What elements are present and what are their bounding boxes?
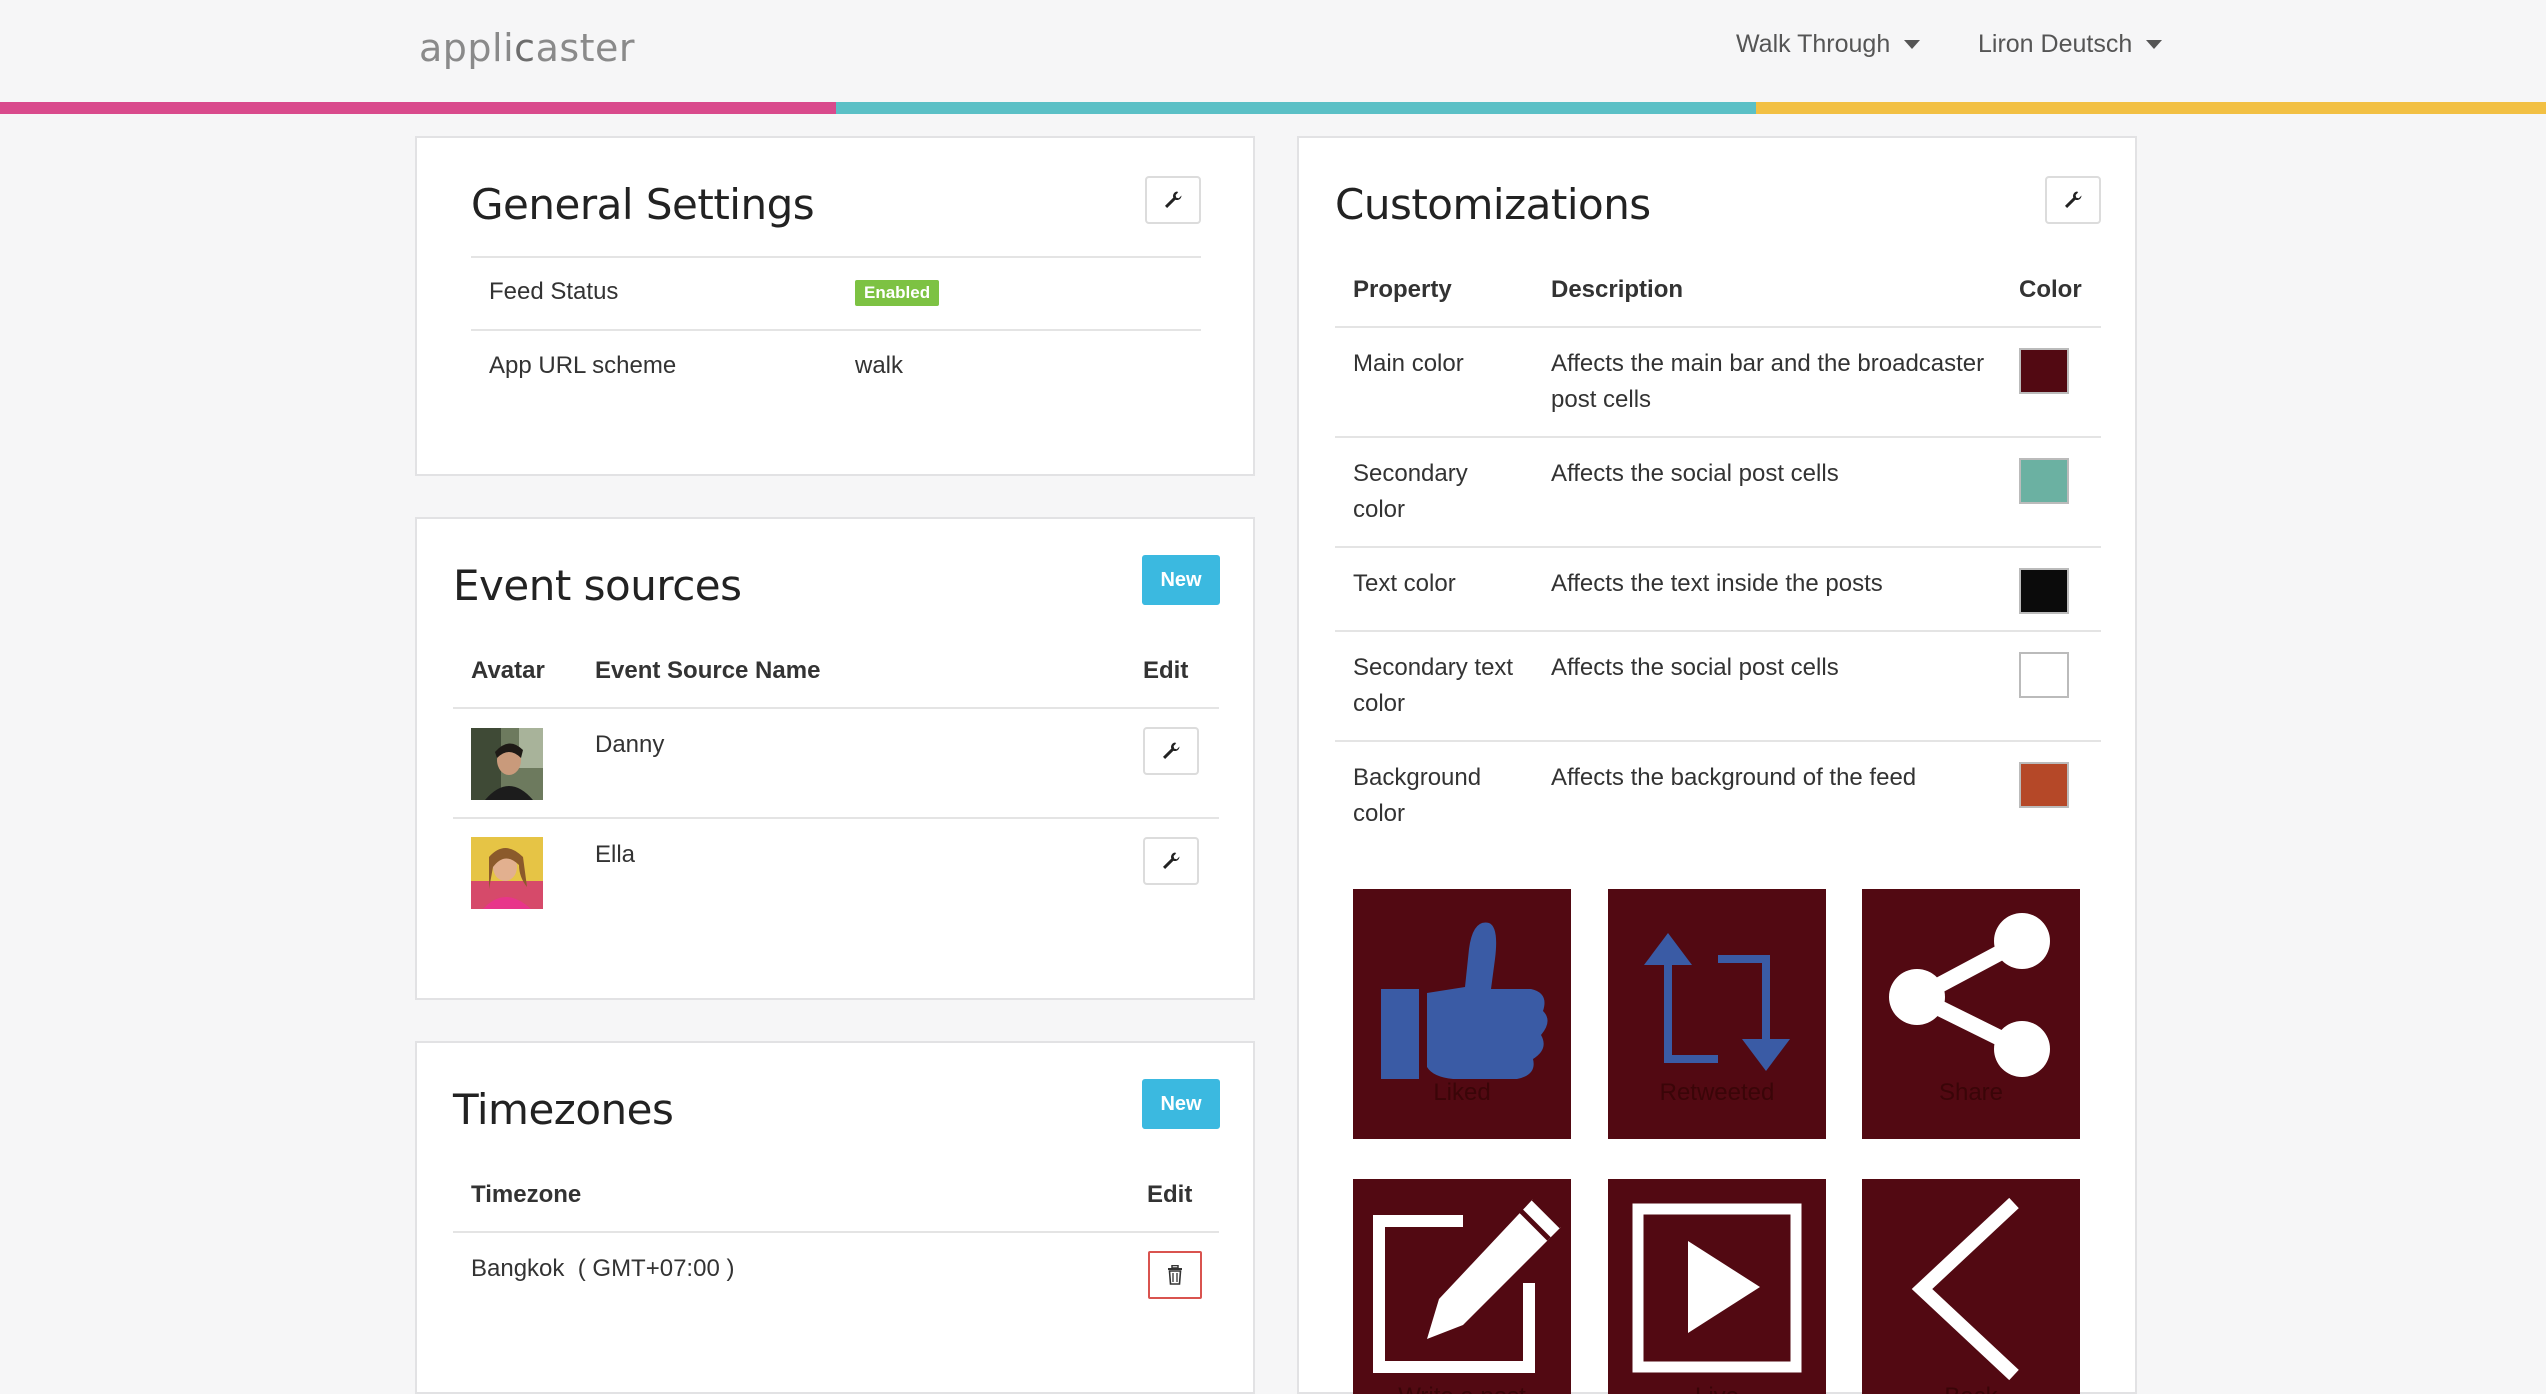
color-swatch-secondary[interactable] — [2019, 458, 2069, 504]
tile-label: Back — [1862, 1383, 2080, 1394]
color-swatch-text[interactable] — [2019, 568, 2069, 614]
divider — [453, 1231, 1219, 1233]
new-event-source-button[interactable]: New — [1142, 555, 1220, 605]
tile-liked: Liked — [1353, 889, 1571, 1139]
tile-label: Liked — [1433, 1079, 1491, 1106]
column-header-color: Color — [2019, 276, 2082, 303]
divider — [1335, 630, 2101, 632]
property-name: Secondary — [1353, 460, 1468, 487]
timezone-value: Bangkok ( GMT+07:00 ) — [471, 1255, 735, 1282]
panel-title: General Settings — [471, 180, 815, 229]
property-description: post cells — [1551, 386, 1652, 413]
color-swatch-secondary-text[interactable] — [2019, 652, 2069, 698]
tile-share: Share — [1862, 889, 2080, 1139]
header-stripe-pink — [0, 102, 836, 114]
wrench-icon — [1165, 191, 1182, 208]
divider — [1335, 436, 2101, 438]
column-header-timezone: Timezone — [471, 1181, 582, 1208]
app-url-scheme-value: walk — [855, 352, 904, 379]
status-badge: Enabled — [855, 280, 940, 306]
panel-title: Customizations — [1335, 180, 1651, 229]
property-description: Affects the social post cells — [1551, 654, 1839, 681]
divider — [1335, 326, 2101, 328]
divider — [453, 817, 1219, 819]
wrench-icon — [1163, 852, 1180, 869]
color-swatch-background[interactable] — [2019, 762, 2069, 808]
avatar — [471, 728, 543, 800]
walk-through-dropdown[interactable]: Walk Through — [1736, 30, 1921, 59]
property-name: color — [1353, 800, 1406, 827]
divider — [1335, 740, 2101, 742]
color-swatch-main[interactable] — [2019, 348, 2069, 394]
panel-title: Timezones — [453, 1085, 674, 1134]
tile-write-a-post: Write a post — [1353, 1179, 1571, 1394]
column-header-avatar: Avatar — [471, 657, 545, 684]
property-description: Affects the background of the feed — [1551, 764, 1917, 791]
tile-label: Retweeted — [1659, 1079, 1775, 1106]
header-stripe-yellow — [1756, 102, 2546, 114]
general-settings-panel: General Settings Feed Status Enabled App… — [415, 136, 1255, 476]
tile-retweeted: Retweeted — [1608, 889, 1826, 1139]
tile-live: Live — [1608, 1179, 1826, 1394]
event-source-name: Danny — [595, 731, 665, 758]
header-stripe-teal — [836, 102, 1756, 114]
caret-down-icon — [1904, 40, 1921, 49]
edit-event-source-button[interactable] — [1143, 727, 1199, 775]
walk-through-label: Walk Through — [1736, 30, 1891, 58]
new-timezone-button[interactable]: New — [1142, 1079, 1220, 1129]
edit-general-settings-button[interactable] — [1145, 176, 1201, 224]
property-name: color — [1353, 496, 1406, 523]
panel-title: Event sources — [453, 561, 742, 610]
play-icon — [1632, 1203, 1802, 1373]
tile-back: Back — [1862, 1179, 2080, 1394]
tile-label: Write a post — [1353, 1383, 1571, 1394]
divider — [1335, 546, 2101, 548]
wrench-icon — [1163, 742, 1180, 759]
timezones-panel: Timezones New Timezone Edit Bangkok ( GM… — [415, 1041, 1255, 1394]
avatar — [471, 837, 543, 909]
user-name: Liron Deutsch — [1978, 30, 2133, 58]
column-header-property: Property — [1353, 276, 1452, 303]
column-header-edit: Edit — [1147, 1181, 1193, 1208]
column-header-edit: Edit — [1143, 657, 1189, 684]
divider — [471, 329, 1201, 331]
customizations-panel: Customizations Property Description Colo… — [1297, 136, 2137, 1394]
divider — [453, 707, 1219, 709]
feed-status-label: Feed Status — [489, 278, 619, 305]
property-description: Affects the main bar and the broadcaster — [1551, 350, 1985, 377]
applicaster-logo[interactable]: applicaster — [419, 26, 635, 70]
wrench-icon — [2065, 191, 2082, 208]
edit-event-source-button[interactable] — [1143, 837, 1199, 885]
edit-customizations-button[interactable] — [2045, 176, 2101, 224]
top-navbar: applicaster Walk Through Liron Deutsch — [0, 0, 2546, 102]
property-description: Affects the text inside the posts — [1551, 570, 1883, 597]
caret-down-icon — [2146, 40, 2163, 49]
divider — [471, 256, 1201, 258]
property-description: Affects the social post cells — [1551, 460, 1839, 487]
user-menu-dropdown[interactable]: Liron Deutsch — [1978, 30, 2163, 59]
app-url-scheme-label: App URL scheme — [489, 352, 677, 379]
property-name: color — [1353, 690, 1406, 717]
column-header-name: Event Source Name — [595, 657, 821, 684]
edit-icon — [1373, 1197, 1563, 1373]
event-source-name: Ella — [595, 841, 636, 868]
tile-label: Share — [1938, 1079, 2004, 1106]
property-name: Main color — [1353, 350, 1464, 377]
back-icon — [1911, 1197, 2019, 1381]
tile-label: Live — [1608, 1383, 1826, 1394]
column-header-description: Description — [1551, 276, 1684, 303]
property-name: Background — [1353, 764, 1482, 791]
property-name: Secondary text — [1353, 654, 1514, 681]
delete-timezone-button[interactable] — [1148, 1251, 1202, 1299]
trash-icon — [1168, 1265, 1182, 1285]
event-sources-panel: Event sources New Avatar Event Source Na… — [415, 517, 1255, 1000]
property-name: Text color — [1353, 570, 1456, 597]
